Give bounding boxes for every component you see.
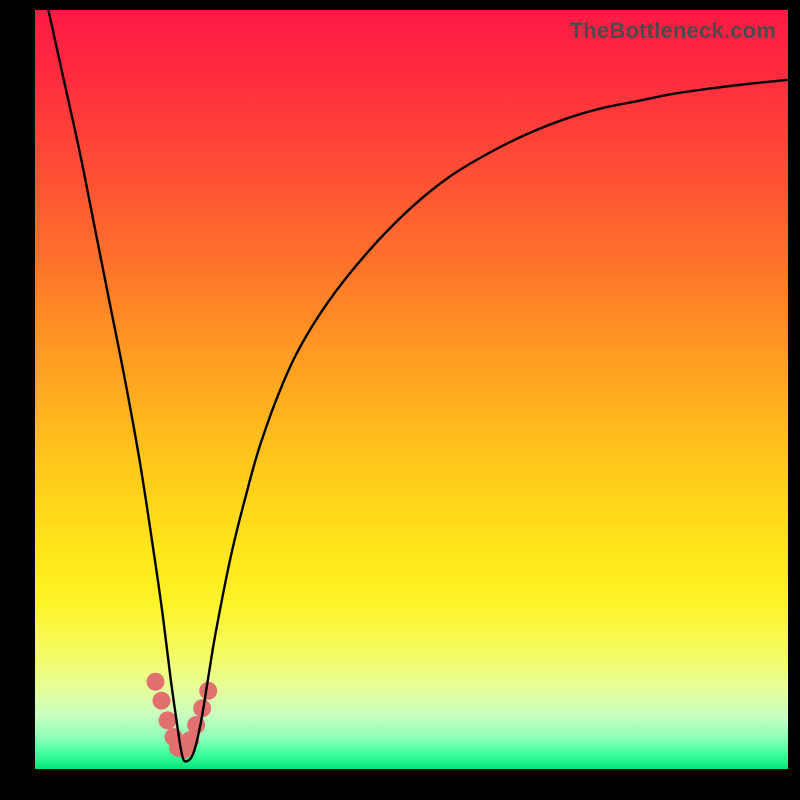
- highlight-dot: [159, 711, 177, 729]
- chart-plot-area: TheBottleneck.com: [35, 10, 788, 769]
- chart-svg: [35, 10, 788, 769]
- highlight-dot: [146, 673, 164, 691]
- highlight-dot: [153, 692, 171, 710]
- bottleneck-curve: [35, 0, 788, 761]
